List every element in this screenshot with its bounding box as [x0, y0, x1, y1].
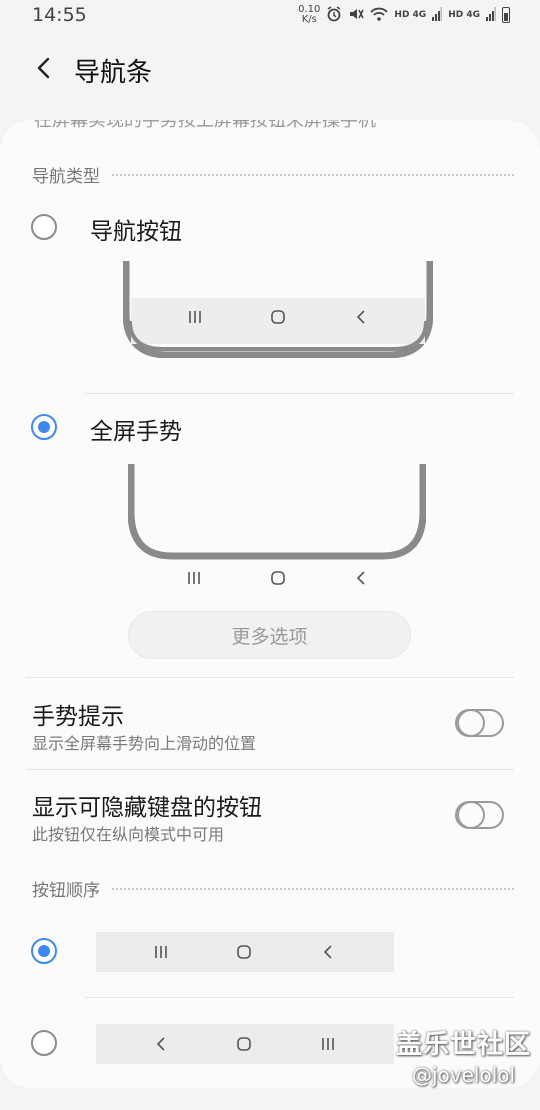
status-icons: 0.10 K/s HD 4G HD 4G [298, 5, 510, 25]
home-icon [263, 563, 293, 593]
network-speed-unit: K/s [301, 14, 317, 25]
back-icon [146, 1029, 176, 1059]
status-time: 14:55 [32, 4, 87, 26]
radio-button-order-2[interactable] [31, 1030, 57, 1056]
button-order-preview-2[interactable] [96, 1024, 394, 1064]
section-title: 导航类型 [32, 167, 100, 187]
settings-card: 在屏幕实现的手势按上屏幕按钮来屏操手机 导航类型 导航按钮 全屏手势 更多选项 … [0, 120, 540, 1088]
back-icon [346, 563, 376, 593]
preview-navigation-buttons[interactable] [122, 261, 434, 359]
status-bar: 14:55 0.10 K/s HD 4G HD 4G [0, 0, 540, 32]
toggle-keyboard-button[interactable] [455, 801, 504, 829]
section-divider [112, 887, 514, 890]
alarm-icon [326, 5, 342, 25]
setting-title-keyboard-button: 显示可隐藏键盘的按钮 [32, 795, 262, 821]
chevron-left-icon [37, 57, 50, 79]
page-title: 导航条 [74, 58, 153, 88]
back-button[interactable] [26, 50, 62, 86]
watermark: 盖乐世社区 [396, 1030, 532, 1060]
home-icon [263, 302, 293, 332]
signal-bars-icon [432, 6, 443, 24]
radio-button-order-1[interactable] [31, 938, 57, 964]
home-icon [229, 1029, 259, 1059]
phone-preview-icon [127, 464, 427, 560]
mute-icon [348, 6, 365, 25]
more-options-button[interactable]: 更多选项 [128, 611, 411, 659]
home-icon [229, 937, 259, 967]
section-header-button-order: 按钮顺序 [32, 876, 514, 901]
setting-subtitle-keyboard-button: 此按钮仅在纵向模式中可用 [32, 825, 225, 844]
battery-icon [502, 7, 510, 23]
divider [26, 769, 514, 770]
back-icon [346, 302, 376, 332]
setting-subtitle-gesture-hints: 显示全屏幕手势向上滑动的位置 [32, 734, 257, 753]
radio-navigation-buttons[interactable] [31, 214, 57, 240]
wifi-icon [370, 6, 389, 25]
setting-title-gesture-hints: 手势提示 [32, 704, 124, 730]
signal-bars-icon [486, 6, 496, 24]
button-order-preview-1[interactable] [96, 932, 394, 972]
preview-full-screen-gestures[interactable] [127, 464, 427, 562]
radio-full-screen-gestures[interactable] [31, 414, 57, 440]
header: 导航条 [0, 38, 540, 100]
divider [26, 677, 514, 678]
recents-icon [180, 302, 210, 332]
sim2-signal: HD 4G [448, 10, 480, 20]
section-header-nav-type: 导航类型 [32, 162, 514, 187]
section-title: 按钮顺序 [32, 881, 100, 901]
recents-icon [179, 563, 209, 593]
option-label-navigation-buttons: 导航按钮 [90, 219, 182, 245]
section-divider [112, 173, 514, 176]
watermark-handle: @jovelolol [412, 1063, 516, 1087]
toggle-gesture-hints[interactable] [455, 709, 504, 737]
sim1-signal: HD 4G [394, 10, 427, 20]
option-label-full-screen-gestures: 全屏手势 [90, 419, 182, 445]
recents-icon [313, 1029, 343, 1059]
divider [85, 393, 514, 394]
divider [85, 997, 514, 998]
back-icon [313, 937, 343, 967]
description-text: 在屏幕实现的手势按上屏幕按钮来屏操手机 [34, 120, 376, 131]
recents-icon [146, 937, 176, 967]
network-speed: 0.10 K/s [298, 5, 320, 25]
